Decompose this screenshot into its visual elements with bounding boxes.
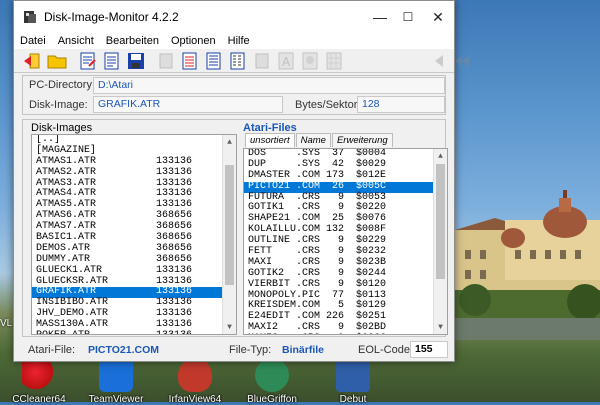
desktop-icon-ccleaner[interactable]: CCleaner64 — [4, 358, 74, 405]
list-item[interactable]: VIERBIT .CRS 9 $0120 — [244, 279, 447, 291]
file-typ-label: File-Typ: — [229, 344, 272, 356]
grid-icon — [326, 52, 342, 69]
list-item[interactable]: GLUECK1.ATR 133136 — [32, 265, 236, 277]
menu-bar: Datei Ansicht Bearbeiten Optionen Hilfe — [14, 33, 454, 49]
copy-icon — [159, 53, 173, 68]
debut-icon — [336, 358, 370, 392]
list-item[interactable]: MAXI3 .CRS 9 $02C6 — [248, 333, 386, 334]
table-view-button[interactable] — [204, 50, 224, 72]
eol-code-field: 155 — [410, 341, 448, 358]
atari-files-list[interactable]: DOS .SYS 37 $0004 DUP .SYS 42 $0029 DMASTE… — [243, 148, 448, 335]
pc-directory-field: D:\Atari — [93, 77, 445, 94]
main-panel: Disk-Images Atari-Files [..] [MAGAZINE] AT… — [22, 119, 448, 337]
picture-icon — [302, 52, 318, 69]
atari-files-rows: DOS .SYS 37 $0004 DUP .SYS 42 $0029 DMASTE… — [244, 149, 447, 334]
folder-icon — [47, 55, 67, 68]
desktop-icon-label: IrfanView64 — [168, 394, 222, 405]
disk-image-label: Disk-Image: — [29, 99, 88, 111]
pc-directory-label: PC-Directory: — [29, 79, 96, 91]
desktop-icon-label-fragment: VL — [0, 318, 13, 329]
sort-tabs: unsortiert Name Erweiterung — [245, 133, 394, 147]
atari-file-label: Atari-File: — [28, 344, 76, 356]
copy-button[interactable] — [156, 50, 176, 72]
menu-datei[interactable]: Datei — [20, 35, 46, 47]
teamviewer-icon — [99, 358, 133, 392]
eol-code-label: EOL-Code: — [358, 344, 414, 356]
hex-icon — [230, 52, 245, 69]
tab-name[interactable]: Name — [295, 133, 331, 147]
file-typ-value: Binärfile — [282, 344, 325, 356]
open-folder-button[interactable] — [46, 50, 68, 72]
scroll-down-icon[interactable]: ▼ — [434, 320, 447, 334]
atari-file-value: PICTO21.COM — [88, 344, 159, 356]
tab-erweiterung[interactable]: Erweiterung — [331, 133, 393, 147]
arrow-left-icon — [435, 54, 443, 67]
menu-bearbeiten[interactable]: Bearbeiten — [106, 35, 159, 47]
font-view-button[interactable]: A — [276, 50, 296, 72]
desktop-icon-label: TeamViewer — [88, 394, 144, 405]
castle-wallpaper — [455, 190, 600, 340]
info-panel: PC-Directory: D:\Atari Disk-Image: GRAFI… — [22, 75, 446, 115]
disk-images-rows: [..] [MAGAZINE] ATMAS1.ATR 133136 ATMAS2.AT… — [32, 135, 236, 334]
scroll-up-icon[interactable]: ▲ — [434, 149, 447, 163]
title-bar[interactable]: Disk-Image-Monitor 4.2.2 — ☐ ✕ — [14, 1, 454, 33]
tab-unsortiert[interactable]: unsortiert — [245, 133, 295, 147]
scroll-thumb[interactable] — [225, 165, 234, 285]
disk-images-list[interactable]: [..] [MAGAZINE] ATMAS1.ATR 133136 ATMAS2.AT… — [31, 134, 237, 335]
disk-image-field: GRAFIK.ATR — [93, 96, 283, 113]
exit-button[interactable] — [22, 50, 42, 72]
scroll-up-icon[interactable]: ▲ — [223, 135, 236, 149]
svg-text:A: A — [282, 55, 291, 69]
bluegriffon-icon — [255, 358, 289, 392]
list-item[interactable]: ATMAS2.ATR 133136 — [32, 167, 236, 179]
save-button[interactable] — [126, 50, 146, 72]
document-icon — [255, 53, 269, 68]
ccleaner-icon — [22, 358, 56, 392]
table-icon — [206, 52, 221, 69]
status-bar: Atari-File: PICTO21.COM File-Typ: Binärf… — [22, 340, 448, 360]
desktop-icon-label: Debut — [339, 394, 367, 405]
exit-icon — [24, 53, 40, 68]
disk-images-title: Disk-Images — [31, 122, 93, 134]
hex-view-button[interactable] — [228, 50, 248, 72]
floppy-icon — [128, 52, 144, 69]
menu-hilfe[interactable]: Hilfe — [228, 35, 250, 47]
edit-list-button[interactable] — [78, 50, 98, 72]
list-item[interactable]: POKER.ATR 133136 — [32, 330, 236, 334]
list-view-button[interactable] — [180, 50, 200, 72]
picture-view-button[interactable] — [300, 50, 320, 72]
menu-optionen[interactable]: Optionen — [171, 35, 216, 47]
disabled-doc-button[interactable] — [252, 50, 272, 72]
list-item-selected[interactable]: PICTO21 .COM 26 $005C — [244, 181, 447, 193]
menu-ansicht[interactable]: Ansicht — [58, 35, 94, 47]
previous-button[interactable] — [430, 50, 448, 72]
desktop-icon-bluegriffon[interactable]: BlueGriffon — [237, 358, 307, 405]
desktop-icon-label: CCleaner64 — [12, 394, 66, 405]
list-icon — [182, 52, 197, 69]
app-icon — [24, 11, 36, 23]
toolbar: A — [14, 49, 469, 73]
close-button[interactable]: ✕ — [420, 1, 456, 33]
window-title: Disk-Image-Monitor 4.2.2 — [44, 10, 179, 24]
irfanview-icon — [178, 358, 212, 392]
bytes-sektor-label: Bytes/Sektor: — [295, 99, 361, 111]
properties-icon — [104, 52, 119, 69]
desktop-icon-teamviewer[interactable]: TeamViewer — [81, 358, 151, 405]
properties-button[interactable] — [102, 50, 122, 72]
desktop-icon-debut[interactable]: Debut — [318, 358, 388, 405]
app-window: Disk-Image-Monitor 4.2.2 — ☐ ✕ Datei Ans… — [13, 0, 469, 362]
atari-files-scrollbar[interactable]: ▲ ▼ — [433, 149, 447, 334]
edit-list-icon — [80, 52, 96, 69]
disk-images-scrollbar[interactable]: ▲ ▼ — [222, 135, 236, 334]
bytes-sektor-field: 128 — [357, 96, 445, 113]
scroll-down-icon[interactable]: ▼ — [223, 320, 236, 334]
scroll-thumb[interactable] — [436, 164, 445, 279]
desktop-icon-label: BlueGriffon — [247, 394, 297, 405]
desktop-icon-irfanview[interactable]: IrfanView64 — [160, 358, 230, 405]
font-a-icon: A — [278, 52, 294, 69]
first-button[interactable] — [452, 50, 472, 72]
double-arrow-left-icon — [455, 54, 469, 67]
grid-view-button[interactable] — [324, 50, 344, 72]
